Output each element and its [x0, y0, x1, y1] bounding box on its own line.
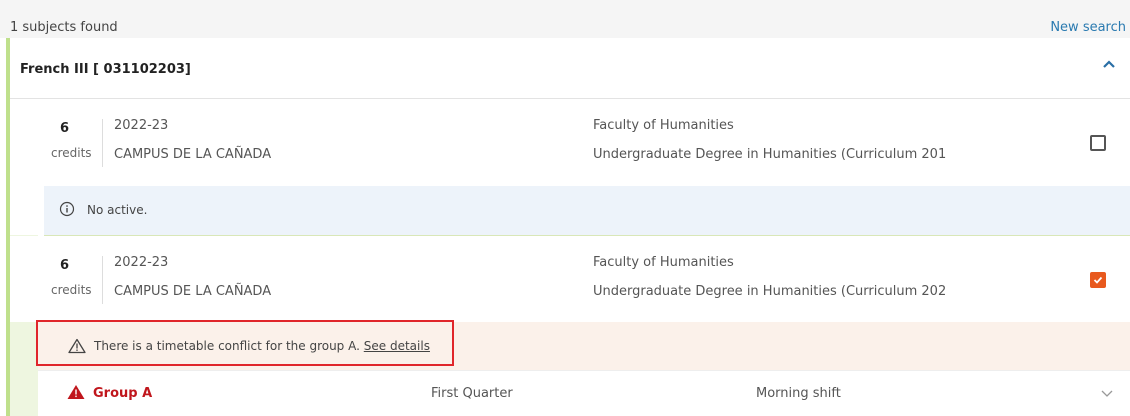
info-circle-icon	[59, 201, 75, 217]
group-quarter: First Quarter	[431, 386, 513, 401]
credits-label: credits	[51, 146, 92, 160]
group-name[interactable]: Group A	[93, 386, 152, 401]
credits-value: 6	[60, 258, 70, 273]
new-search-link[interactable]: New search	[1050, 20, 1126, 35]
info-note: No active.	[44, 186, 1130, 236]
checkmark-icon	[1093, 276, 1103, 284]
offering-checkbox[interactable]	[1090, 135, 1106, 151]
chevron-up-icon[interactable]	[1100, 56, 1118, 74]
group-shift: Morning shift	[756, 386, 841, 401]
degree: Undergraduate Degree in Humanities (Curr…	[593, 147, 947, 162]
credits-label: credits	[51, 283, 92, 297]
results-bar: 1 subjects found New search	[0, 0, 1130, 38]
warning-message: There is a timetable conflict for the gr…	[94, 339, 360, 353]
offering-row: 6 credits 2022-23 CAMPUS DE LA CAÑADA Fa…	[10, 236, 1130, 322]
credits-value: 6	[60, 121, 70, 136]
subject-title: French III [ 031102203]	[20, 62, 191, 77]
warning-text: There is a timetable conflict for the gr…	[94, 339, 430, 353]
warning-note: There is a timetable conflict for the gr…	[38, 322, 1130, 371]
chevron-down-icon[interactable]	[1100, 385, 1114, 399]
group-row[interactable]: Group A First Quarter Morning shift	[38, 371, 1130, 416]
offering-checkbox[interactable]	[1090, 272, 1106, 288]
academic-year: 2022-23	[114, 255, 169, 270]
divider	[102, 119, 103, 167]
academic-year: 2022-23	[114, 118, 169, 133]
offering-row: 6 credits 2022-23 CAMPUS DE LA CAÑADA Fa…	[10, 99, 1130, 186]
campus: CAMPUS DE LA CAÑADA	[114, 147, 272, 162]
results-count: 1 subjects found	[10, 20, 118, 35]
alert-triangle-icon	[67, 384, 85, 400]
subject-header[interactable]: French III [ 031102203]	[10, 38, 1130, 99]
faculty: Faculty of Humanities	[593, 118, 734, 133]
divider	[102, 256, 103, 304]
subject-card: French III [ 031102203] 6 credits 2022-2…	[6, 38, 1130, 416]
info-note-text: No active.	[87, 203, 148, 217]
warning-triangle-icon	[68, 338, 86, 354]
see-details-link[interactable]: See details	[364, 339, 430, 353]
faculty: Faculty of Humanities	[593, 255, 734, 270]
campus: CAMPUS DE LA CAÑADA	[114, 284, 272, 299]
degree: Undergraduate Degree in Humanities (Curr…	[593, 284, 947, 299]
